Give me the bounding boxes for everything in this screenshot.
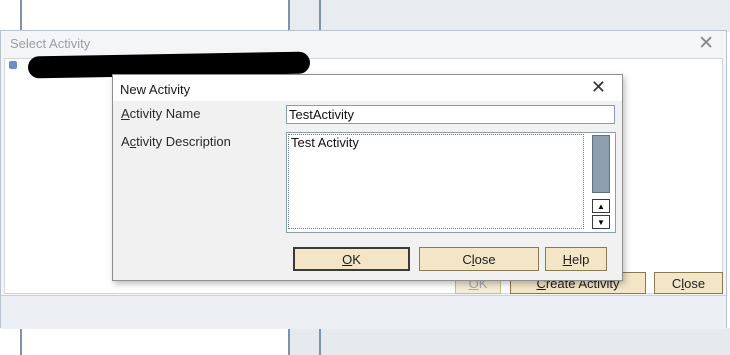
button-label-rest: K [352,251,361,267]
help-button[interactable]: Help [545,247,607,271]
background-divider [319,0,321,32]
background-divider [288,0,290,32]
button-label-rest: ose [684,275,706,291]
background-panel-left [0,328,288,355]
vertical-scrollbar[interactable]: ▲ ▼ [591,135,613,230]
background-divider [20,0,22,32]
button-label-mnemonic: O [342,251,353,267]
select-activity-title: Select Activity [10,36,91,51]
activity-name-label: Activity Name [121,106,200,121]
activity-name-field[interactable] [286,105,615,124]
scroll-up-icon[interactable]: ▲ [592,199,610,213]
button-label-rest: ose [474,251,496,267]
background-divider [288,328,290,355]
folder-icon [9,61,17,69]
label-mnemonic: A [121,106,130,121]
label-rest: tivity Description [136,134,231,149]
button-label-prefix: C [671,275,682,291]
new-activity-title: New Activity [120,82,191,97]
activity-description-area[interactable]: Test Activity ▲ ▼ [286,132,616,233]
select-activity-close-button[interactable]: Cl ose [654,272,723,294]
scroll-down-icon[interactable]: ▼ [592,215,610,229]
activity-description-field[interactable]: Test Activity [288,134,584,229]
label-rest: ctivity Name [129,106,201,121]
background-divider [319,328,321,355]
button-label-mnemonic: H [562,251,573,267]
select-activity-titlebar: Select Activity ✕ [1,31,726,57]
label-prefix: A [121,134,130,149]
background-panel-left [0,0,288,32]
ok-button[interactable]: OK [293,247,410,271]
close-button[interactable]: Cl ose [419,247,539,271]
close-icon[interactable]: ✕ [698,32,714,55]
scrollbar-thumb[interactable] [592,135,610,193]
select-activity-footer [1,295,726,329]
background-divider [20,328,22,355]
activity-description-label: Activity Description [121,134,231,149]
new-activity-dialog: New Activity ✕ Activity Name Activity De… [112,74,623,281]
button-label-rest: elp [572,251,590,267]
close-icon[interactable]: ✕ [591,77,606,98]
button-label-prefix: C [462,251,472,267]
new-activity-titlebar: New Activity ✕ [113,75,622,101]
